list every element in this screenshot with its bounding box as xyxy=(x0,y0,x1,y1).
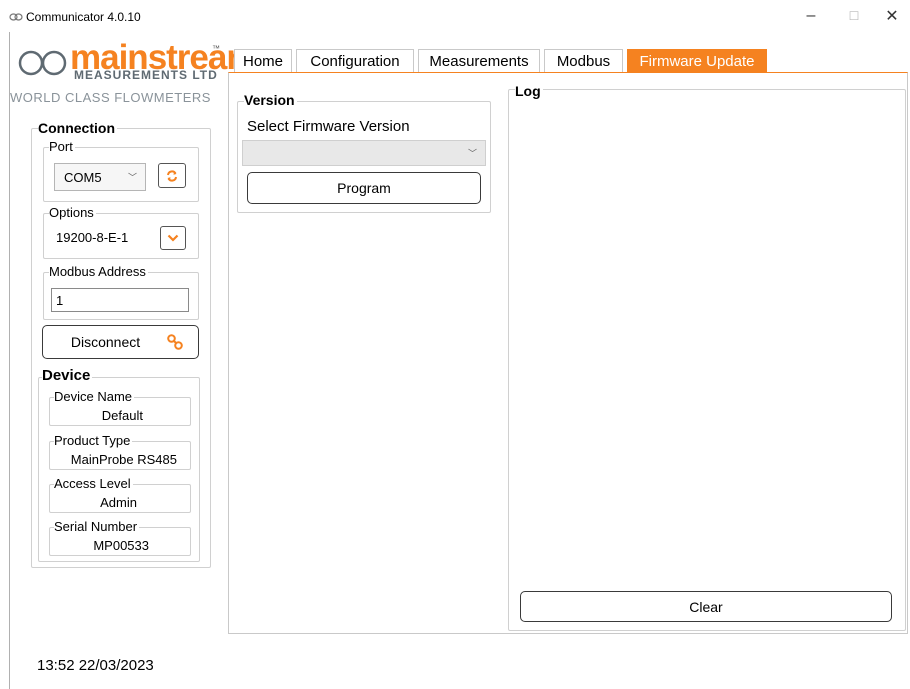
refresh-ports-button[interactable] xyxy=(158,163,186,188)
product-type-value: MainProbe RS485 xyxy=(70,452,177,467)
port-select[interactable]: COM5 ﹀ xyxy=(54,163,146,191)
refresh-icon xyxy=(167,169,177,182)
chevron-down-icon: ﹀ xyxy=(467,148,477,159)
title-bar: Communicator 4.0.10 – ☐ ✕ xyxy=(0,0,910,32)
serial-number-label: Serial Number xyxy=(54,519,140,534)
disconnect-button[interactable]: Disconnect xyxy=(42,325,199,359)
firmware-version-select[interactable]: ﹀ xyxy=(242,140,486,166)
tab-firmware-update[interactable]: Firmware Update xyxy=(627,49,767,73)
serial-number-value: MP00533 xyxy=(93,538,149,553)
chevron-down-icon xyxy=(167,234,179,242)
tab-measurements[interactable]: Measurements xyxy=(418,49,540,73)
window-title: Communicator 4.0.10 xyxy=(26,10,141,24)
device-name-group: Device Name Default xyxy=(49,390,191,426)
port-value: COM5 xyxy=(64,169,102,185)
logo-tagline: WORLD CLASS FLOWMETERS xyxy=(10,90,211,105)
modbus-address-input[interactable]: 1 xyxy=(51,288,189,312)
options-value: 19200-8-E-1 xyxy=(56,230,129,245)
logo-subtitle: MEASUREMENTS LTD xyxy=(74,68,218,82)
connection-title: Connection xyxy=(38,120,117,136)
logo-mark-icon xyxy=(18,50,68,76)
chain-link-icon xyxy=(167,334,183,350)
select-firmware-label: Select Firmware Version xyxy=(247,118,410,135)
window-border xyxy=(9,32,10,689)
app-icon xyxy=(9,12,23,22)
options-expand-button[interactable] xyxy=(160,226,186,250)
product-type-group: Product Type MainProbe RS485 xyxy=(49,434,191,470)
device-name-label: Device Name xyxy=(54,389,135,404)
access-level-label: Access Level xyxy=(54,476,133,491)
clear-log-button[interactable]: Clear xyxy=(520,591,892,622)
access-level-value: Admin xyxy=(100,495,137,510)
status-datetime: 13:52 22/03/2023 xyxy=(37,657,154,674)
serial-number-group: Serial Number MP00533 xyxy=(49,520,191,556)
version-title: Version xyxy=(244,92,297,108)
device-title: Device xyxy=(42,367,93,384)
device-name-value: Default xyxy=(101,408,143,423)
close-button[interactable]: ✕ xyxy=(874,0,910,32)
tab-modbus[interactable]: Modbus xyxy=(544,49,623,73)
options-label: Options xyxy=(49,205,96,220)
access-level-group: Access Level Admin xyxy=(49,477,191,513)
log-output[interactable] xyxy=(515,106,899,584)
port-label: Port xyxy=(49,139,75,154)
tab-home[interactable]: Home xyxy=(234,49,292,73)
modbus-address-label: Modbus Address xyxy=(49,264,148,279)
logo-trademark: ™ xyxy=(212,44,220,53)
disconnect-label: Disconnect xyxy=(70,334,141,350)
chevron-down-icon: ﹀ xyxy=(127,172,137,183)
minimize-button[interactable]: – xyxy=(788,0,834,32)
tab-configuration[interactable]: Configuration xyxy=(296,49,414,73)
log-title: Log xyxy=(515,83,543,99)
program-button[interactable]: Program xyxy=(247,172,481,204)
product-type-label: Product Type xyxy=(54,433,133,448)
maximize-button[interactable]: ☐ xyxy=(831,0,877,32)
